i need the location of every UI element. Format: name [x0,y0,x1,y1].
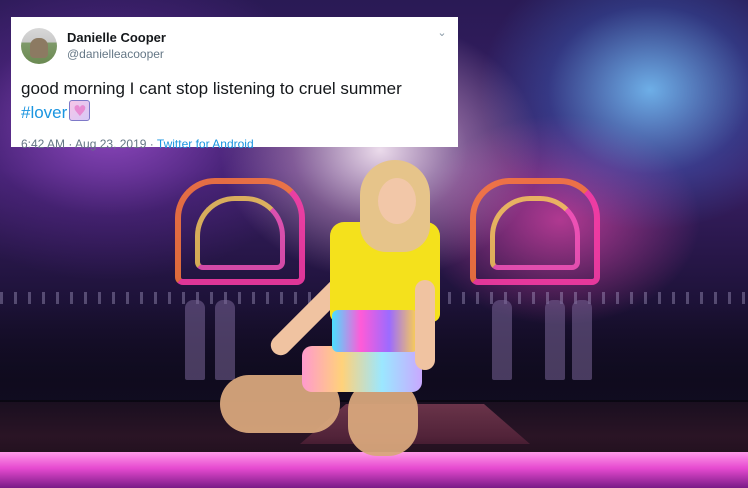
tweet-text: good morning I cant stop listening to cr… [21,77,446,124]
chevron-down-icon[interactable]: ⌄ [436,27,448,39]
tweet-source-link[interactable]: Twitter for Android [157,137,254,151]
author-handle[interactable]: @danielleacooper [67,46,166,62]
heart-emoji-icon [69,100,91,123]
stage-light-arch-right-inner [490,196,580,270]
tweet-meta: 6:42 AM · Aug 23, 2019 · Twitter for And… [21,136,446,152]
meta-separator: · [68,137,73,151]
avatar[interactable] [21,28,57,64]
performer-belt [332,310,418,352]
author-display-name[interactable]: Danielle Cooper [67,30,166,46]
performer-shorts [302,346,422,392]
band-member [185,300,205,380]
performer [220,160,450,460]
hashtag-link[interactable]: #lover [21,103,67,122]
performer-arm [415,280,435,370]
tweet-header: Danielle Cooper @danielleacooper [21,27,446,65]
author-names: Danielle Cooper @danielleacooper [67,30,166,62]
tweet-card: Danielle Cooper @danielleacooper ⌄ good … [11,17,458,151]
tweet-time[interactable]: 6:42 AM [21,137,65,151]
performer-face [378,178,416,224]
band-member [572,300,592,380]
band-member [545,300,565,380]
meta-separator: · [149,137,154,151]
tweet-date[interactable]: Aug 23, 2019 [75,137,146,151]
band-member [492,300,512,380]
tweet-body: good morning I cant stop listening to cr… [21,79,402,98]
